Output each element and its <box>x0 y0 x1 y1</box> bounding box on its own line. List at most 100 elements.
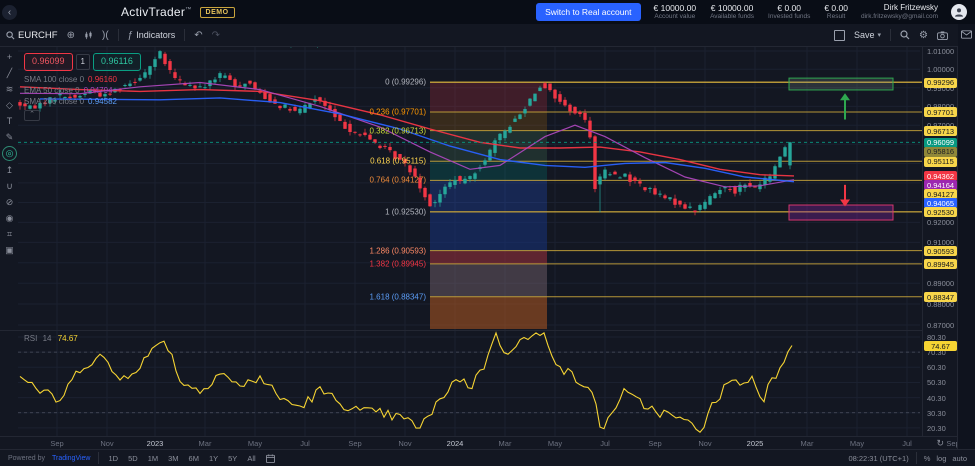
time-month-label[interactable]: Nov <box>398 439 411 448</box>
time-month-label[interactable]: Sep <box>50 439 63 448</box>
chevron-down-icon: ▾ <box>878 31 882 39</box>
legend-collapse-button[interactable]: ⌃ <box>24 110 40 121</box>
user-info: Dirk Fritzewsky dirk.fritzewsky@gmail.co… <box>861 3 938 20</box>
add-symbol-button[interactable]: ⊕ <box>67 30 75 41</box>
save-layout-button[interactable]: Save ▾ <box>854 30 881 40</box>
toolbar-separator <box>184 29 185 41</box>
time-month-label[interactable]: May <box>248 439 262 448</box>
pattern-tool-icon[interactable]: ◇ <box>2 98 17 112</box>
fib-retracement-tool-icon[interactable]: ≋ <box>2 82 17 96</box>
indicator-value: 0.96160 <box>88 75 117 84</box>
symbol-search-button[interactable]: EURCHF <box>6 30 58 41</box>
date-range-buttons: 1D5D 1M 3M 6M 1Y 5Y All <box>106 453 259 464</box>
time-year-label[interactable]: 2024 <box>447 439 464 448</box>
candle-body <box>458 176 461 181</box>
up-arrow-head <box>840 93 850 100</box>
trendline-tool-icon[interactable]: ╱ <box>2 66 17 80</box>
candle-body <box>533 94 536 102</box>
delete-drawings-icon[interactable]: ▣ <box>2 243 17 257</box>
time-month-label[interactable]: Jul <box>600 439 610 448</box>
range-button-all[interactable]: All <box>244 453 258 464</box>
compare-button[interactable]: )( <box>102 30 109 41</box>
snapshot-button[interactable] <box>937 31 948 40</box>
active-symbol: EURCHF <box>18 30 58 41</box>
range-button-5d[interactable]: 5D <box>125 453 141 464</box>
candle-body <box>573 107 576 114</box>
undo-button[interactable]: ↶ <box>194 30 202 41</box>
axis-price-label: 0.95816 <box>924 147 957 157</box>
lock-drawings-icon[interactable]: ⊘ <box>2 195 17 209</box>
time-month-label[interactable]: May <box>850 439 864 448</box>
price-axis[interactable]: 1.010001.000000.990000.980000.970000.960… <box>922 46 959 436</box>
candle-body <box>753 187 756 188</box>
time-month-label[interactable]: Nov <box>698 439 711 448</box>
rsi-tick: 60.30 <box>927 363 946 372</box>
fib-band <box>430 112 547 131</box>
candle-body <box>328 105 331 110</box>
time-month-label[interactable]: Mar <box>499 439 512 448</box>
indicator-row[interactable]: EMA 50 close 00.94794 <box>24 86 320 96</box>
long-position-tool-icon[interactable]: ◎ <box>2 146 17 161</box>
range-button-1y[interactable]: 1Y <box>206 453 221 464</box>
scale-button-log[interactable]: log <box>936 454 946 463</box>
range-button-1m[interactable]: 1M <box>145 453 161 464</box>
time-month-label[interactable]: May <box>548 439 562 448</box>
time-year-label[interactable]: 2025 <box>747 439 764 448</box>
time-month-label[interactable]: Mar <box>801 439 814 448</box>
candle-body <box>383 146 386 147</box>
text-tool-icon[interactable]: T <box>2 114 17 128</box>
messages-envelope-icon[interactable] <box>961 30 972 39</box>
time-month-label[interactable]: Sep <box>648 439 661 448</box>
time-month-label[interactable]: Jul <box>902 439 912 448</box>
scale-button-auto[interactable]: auto <box>952 454 967 463</box>
candle-body <box>353 132 356 133</box>
measure-tool-icon[interactable]: ⌗ <box>2 227 17 241</box>
fib-level-label: 0.236 (0.97701) <box>370 107 427 116</box>
collapse-panel-button[interactable]: ‹ <box>2 5 17 20</box>
toolbar-separator <box>890 29 891 41</box>
clock[interactable]: 08:22:31 (UTC+1) <box>848 454 908 463</box>
time-month-label[interactable]: Sep <box>348 439 361 448</box>
switch-to-real-account-button[interactable]: Switch to Real account <box>536 3 640 21</box>
candle-body <box>488 150 491 161</box>
reset-scale-icon[interactable]: ↻ <box>936 438 944 449</box>
scale-button-percent[interactable]: % <box>924 454 931 463</box>
zoom-button[interactable] <box>900 30 910 40</box>
calendar-icon[interactable] <box>266 454 275 463</box>
chart-type-button[interactable] <box>84 31 93 40</box>
candle-body <box>408 165 411 172</box>
range-button-5y[interactable]: 5Y <box>225 453 240 464</box>
time-month-label[interactable]: Nov <box>100 439 113 448</box>
range-button-3m[interactable]: 3M <box>165 453 181 464</box>
settings-button[interactable]: ⚙ <box>919 30 928 41</box>
scale-buttons: % logauto <box>924 454 967 463</box>
crosshair-tool-icon[interactable]: + <box>2 50 17 64</box>
range-button-6m[interactable]: 6M <box>186 453 202 464</box>
indicators-button[interactable]: ƒ Indicators <box>128 30 176 41</box>
time-year-label[interactable]: 2023 <box>147 439 164 448</box>
layout-button[interactable] <box>834 30 845 41</box>
buy-button[interactable]: 0.96116 <box>93 53 141 70</box>
hide-drawings-icon[interactable]: ◉ <box>2 211 17 225</box>
avatar[interactable] <box>951 4 967 20</box>
brush-tool-icon[interactable]: ✎ <box>2 130 17 144</box>
indicator-row[interactable]: SMA 100 close 00.96160 <box>24 75 320 85</box>
magnet-tool-icon[interactable]: ∪ <box>2 179 17 193</box>
quantity-field[interactable]: 1 <box>76 54 90 70</box>
arrow-marker-tool-icon[interactable]: ↥ <box>2 163 17 177</box>
candle-body <box>698 205 701 210</box>
rsi-name[interactable]: RSI <box>24 334 37 343</box>
time-month-label[interactable]: Jul <box>300 439 310 448</box>
candle-body <box>363 133 366 135</box>
candle-body <box>373 139 376 142</box>
sell-button[interactable]: 0.96099 <box>24 53 73 70</box>
time-month-label[interactable]: Mar <box>199 439 212 448</box>
redo-button[interactable]: ↷ <box>212 30 220 41</box>
price-tick: 0.87000 <box>927 321 954 330</box>
candle-body <box>648 188 651 189</box>
candle-body <box>478 167 481 169</box>
tradingview-link[interactable]: TradingView <box>52 455 91 462</box>
price-tick: 1.01000 <box>927 47 954 56</box>
indicator-row[interactable]: SMA 200 close 00.94582 <box>24 97 320 107</box>
range-button-1d[interactable]: 1D <box>106 453 122 464</box>
